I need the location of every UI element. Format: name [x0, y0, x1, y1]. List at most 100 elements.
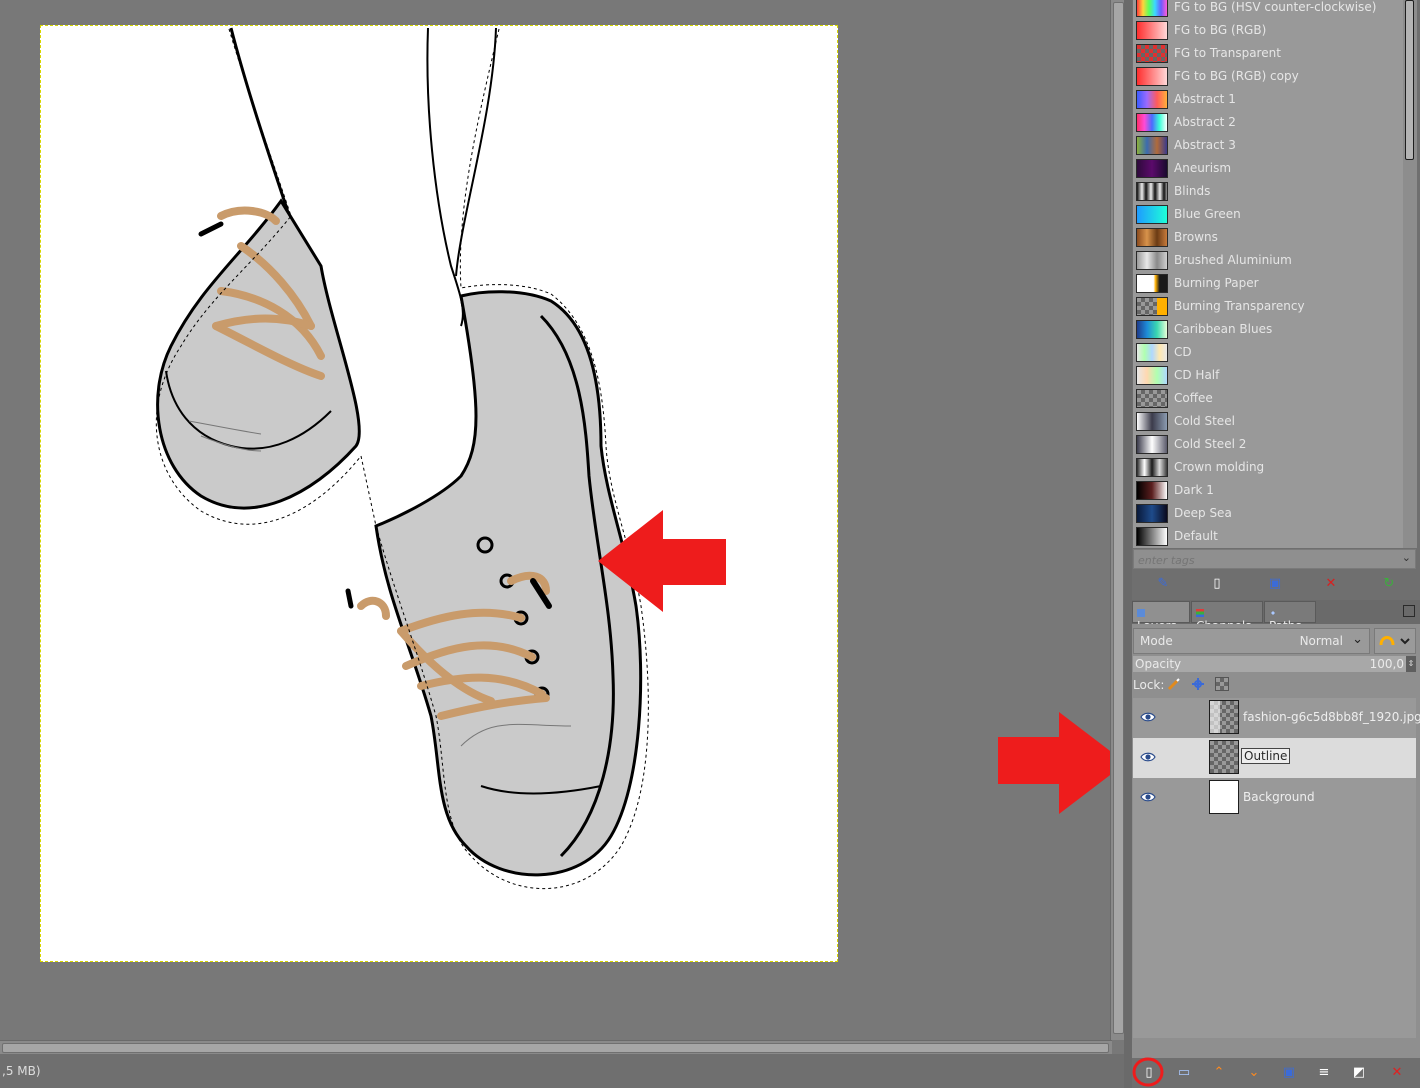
new-gradient-button[interactable]: ▯	[1207, 575, 1227, 593]
gradient-label: FG to BG (RGB) copy	[1174, 69, 1299, 83]
gradient-item[interactable]: CD	[1133, 341, 1403, 364]
gradient-item[interactable]: FG to BG (RGB) copy	[1133, 65, 1403, 88]
layer-list[interactable]: fashion-g6c5d8bb8f_1920.jpg Outline Backgr…	[1133, 698, 1420, 1038]
gradient-item[interactable]: FG to Transparent	[1133, 42, 1403, 65]
gradient-label: Abstract 1	[1174, 92, 1236, 106]
gradient-item[interactable]: Blinds	[1133, 180, 1403, 203]
brush-icon: ✎	[1157, 576, 1169, 591]
gradient-item[interactable]: FG to BG (RGB)	[1133, 19, 1403, 42]
layer-name[interactable]: fashion-g6c5d8bb8f_1920.jpg	[1243, 710, 1420, 724]
gradient-swatch	[1136, 228, 1168, 247]
gradient-item[interactable]: Burning Transparency	[1133, 295, 1403, 318]
lock-alpha-icon[interactable]	[1215, 677, 1229, 691]
tab-layers[interactable]: Layers	[1132, 601, 1190, 633]
duplicate-layer-button[interactable]: ▣	[1279, 1064, 1299, 1082]
gradient-item[interactable]: Dark 1	[1133, 479, 1403, 502]
mask-layer-button[interactable]: ◩	[1349, 1064, 1369, 1082]
layer-row[interactable]: Outline	[1133, 738, 1416, 778]
gradient-swatch	[1136, 527, 1168, 546]
layer-name[interactable]: Background	[1243, 790, 1315, 804]
gradient-item[interactable]: Cold Steel	[1133, 410, 1403, 433]
gradient-item[interactable]: Default	[1133, 525, 1403, 548]
opacity-label: Opacity	[1135, 657, 1182, 671]
visibility-eye-icon[interactable]	[1140, 751, 1156, 763]
layers-icon	[1137, 608, 1145, 617]
gradient-item[interactable]: Coffee	[1133, 387, 1403, 410]
delete-icon: ✕	[1325, 576, 1337, 591]
layer-buttons: ▯ ▭ ⌃ ⌄ ▣ ≡ ◩ ✕	[1132, 1058, 1420, 1088]
tag-filter[interactable]: ⌄	[1133, 549, 1416, 569]
gradient-item[interactable]: FG to BG (HSV counter-clockwise)	[1133, 0, 1403, 19]
scrollbar-thumb[interactable]	[1405, 0, 1414, 160]
composite-mode-button[interactable]	[1374, 628, 1416, 654]
gradient-list[interactable]: FG to BG (HSV counter-clockwise) FG to BG…	[1133, 0, 1403, 548]
raise-layer-button[interactable]: ⌃	[1209, 1064, 1229, 1082]
annotation-arrow-right	[998, 712, 1110, 814]
gradient-item[interactable]: Abstract 3	[1133, 134, 1403, 157]
gradient-item[interactable]: Aneurism	[1133, 157, 1403, 180]
layer-row[interactable]: Background	[1133, 778, 1416, 818]
scrollbar-thumb[interactable]	[2, 1043, 1109, 1053]
gradient-item[interactable]: Caribbean Blues	[1133, 318, 1403, 341]
gradient-swatch	[1136, 21, 1168, 40]
arrow-up-icon: ⌃	[1213, 1065, 1225, 1080]
tags-input[interactable]	[1136, 551, 1390, 569]
gradient-item[interactable]: Cold Steel 2	[1133, 433, 1403, 456]
mode-select[interactable]: Mode Normal ⌄	[1133, 628, 1370, 654]
gradient-label: Blue Green	[1174, 207, 1241, 221]
tab-channels[interactable]: Channels	[1191, 601, 1263, 633]
chevron-down-icon[interactable]: ⌄	[1402, 551, 1411, 564]
gradient-item[interactable]: Blue Green	[1133, 203, 1403, 226]
gradient-item[interactable]: Crown molding	[1133, 456, 1403, 479]
edit-gradient-button[interactable]: ✎	[1153, 575, 1173, 593]
duplicate-gradient-button[interactable]: ▣	[1265, 575, 1285, 593]
duplicate-icon: ▣	[1268, 576, 1282, 591]
layer-name[interactable]: Outline	[1241, 748, 1291, 764]
opacity-slider[interactable]: Opacity 100,0 ⇕	[1133, 656, 1416, 672]
tab-menu-icon[interactable]	[1403, 605, 1415, 617]
delete-gradient-button[interactable]: ✕	[1321, 575, 1341, 593]
canvas-vertical-scrollbar[interactable]	[1110, 0, 1124, 1040]
image-layer-boundary[interactable]	[40, 25, 838, 962]
gradient-swatch	[1136, 274, 1168, 293]
gradient-item[interactable]: Brushed Aluminium	[1133, 249, 1403, 272]
opacity-value: 100,0	[1369, 657, 1404, 671]
merge-layer-button[interactable]: ≡	[1314, 1064, 1334, 1082]
gradient-label: CD Half	[1174, 368, 1220, 382]
refresh-gradients-button[interactable]: ↻	[1379, 575, 1399, 593]
gradient-swatch	[1136, 159, 1168, 178]
gradient-item[interactable]: Abstract 1	[1133, 88, 1403, 111]
tab-paths[interactable]: Paths	[1264, 601, 1316, 633]
gradient-label: Abstract 3	[1174, 138, 1236, 152]
gradient-item[interactable]: Burning Paper	[1133, 272, 1403, 295]
gradient-swatch	[1136, 297, 1168, 316]
lower-layer-button[interactable]: ⌄	[1244, 1064, 1264, 1082]
gradient-swatch	[1136, 113, 1168, 132]
canvas-horizontal-scrollbar[interactable]	[0, 1040, 1112, 1054]
gradient-label: Dark 1	[1174, 483, 1214, 497]
opacity-spinner[interactable]: ⇕	[1406, 656, 1416, 672]
status-bar: ,5 MB)	[0, 1054, 1124, 1088]
layer-thumbnail	[1209, 740, 1239, 774]
lock-pixels-icon[interactable]	[1167, 677, 1181, 691]
gradient-list-scrollbar[interactable]	[1403, 0, 1417, 548]
gradient-item[interactable]: Deep Sea	[1133, 502, 1403, 525]
gradient-swatch	[1136, 44, 1168, 63]
lock-position-icon[interactable]	[1191, 677, 1205, 691]
arrow-down-icon: ⌄	[1248, 1065, 1260, 1080]
visibility-eye-icon[interactable]	[1140, 711, 1156, 723]
dock-separator[interactable]	[1124, 0, 1132, 1088]
gradient-item[interactable]: CD Half	[1133, 364, 1403, 387]
gradient-item[interactable]: Abstract 2	[1133, 111, 1403, 134]
gradient-label: Caribbean Blues	[1174, 322, 1273, 336]
gradient-label: Browns	[1174, 230, 1218, 244]
new-layer-group-button[interactable]: ▭	[1174, 1064, 1194, 1082]
image-canvas[interactable]	[0, 0, 1110, 1040]
gradient-swatch	[1136, 205, 1168, 224]
layer-row[interactable]: fashion-g6c5d8bb8f_1920.jpg	[1133, 698, 1420, 738]
scrollbar-thumb[interactable]	[1113, 2, 1124, 1034]
delete-layer-button[interactable]: ✕	[1387, 1064, 1407, 1082]
visibility-eye-icon[interactable]	[1140, 791, 1156, 803]
gradient-swatch	[1136, 389, 1168, 408]
gradient-item[interactable]: Browns	[1133, 226, 1403, 249]
